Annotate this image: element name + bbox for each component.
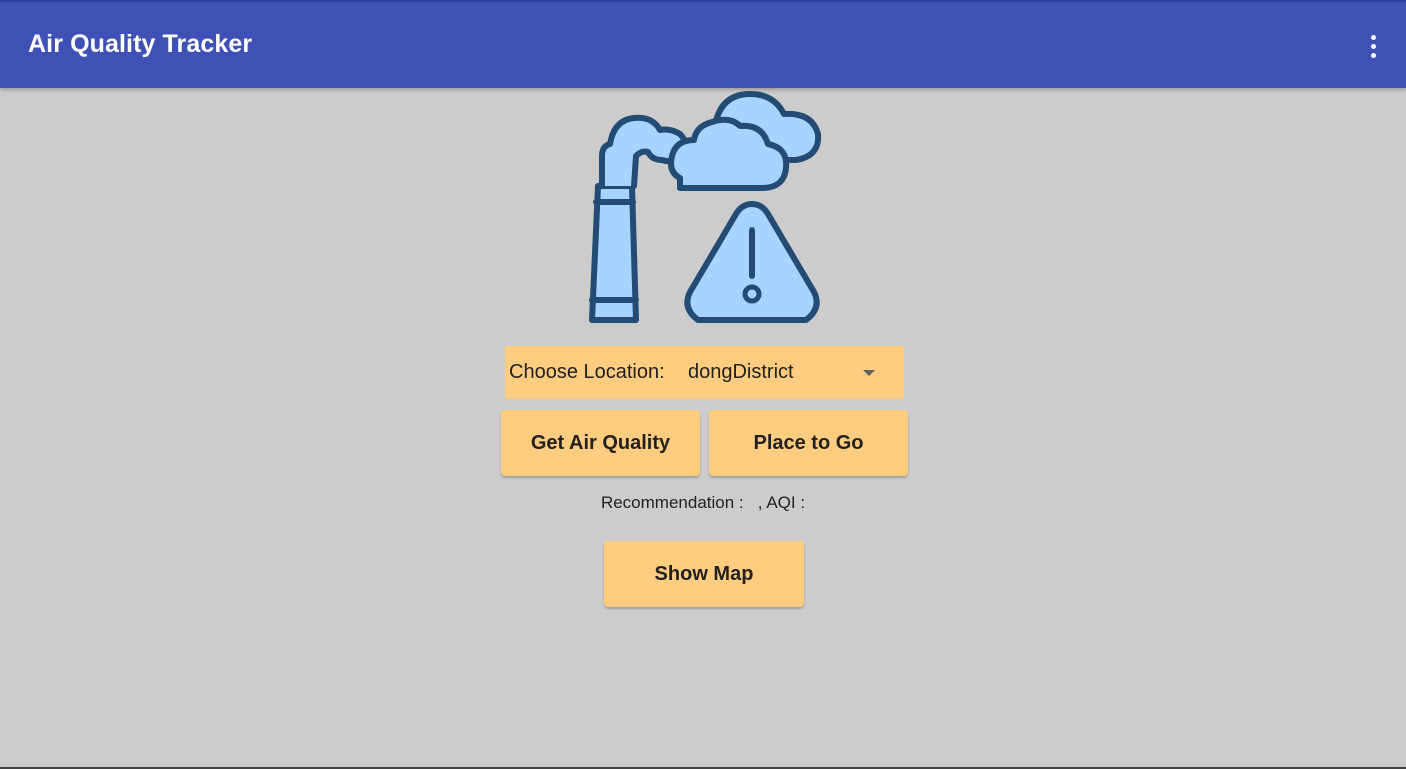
location-spinner[interactable]: Choose Location: dongDistrict xyxy=(505,346,904,399)
app-screen: Air Quality Tracker Choose Location: don… xyxy=(0,0,1406,769)
get-air-quality-button[interactable]: Get Air Quality xyxy=(501,410,700,476)
app-bar: Air Quality Tracker xyxy=(0,2,1406,88)
overflow-dot xyxy=(1370,34,1376,40)
more-vert-icon[interactable] xyxy=(1356,26,1390,66)
app-title: Air Quality Tracker xyxy=(28,30,253,58)
recommendation-text: Recommendation : , AQI : xyxy=(600,493,806,512)
overflow-dot xyxy=(1370,43,1376,49)
show-map-button[interactable]: Show Map xyxy=(604,541,804,607)
overflow-dot xyxy=(1370,52,1376,58)
location-value: dongDistrict xyxy=(688,361,794,383)
place-to-go-button[interactable]: Place to Go xyxy=(709,410,908,476)
dropdown-arrow-icon xyxy=(863,370,875,376)
factory-pollution-warning-icon xyxy=(589,91,822,323)
location-label: Choose Location: xyxy=(509,361,665,383)
